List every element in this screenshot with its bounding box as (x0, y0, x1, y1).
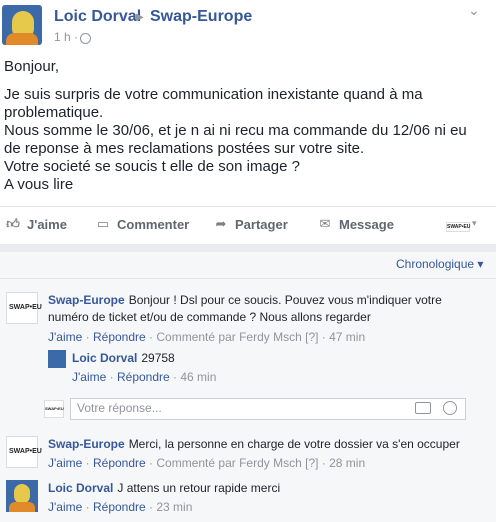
reply-input-box[interactable] (70, 398, 466, 420)
author-avatar[interactable] (2, 5, 42, 45)
comment-time[interactable]: 47 min (329, 330, 365, 344)
post-body: Bonjour, Je suis surpris de votre commun… (4, 58, 484, 194)
dot-separator: · (74, 30, 78, 44)
comment-links: J'aime · Répondre · 23 min (48, 500, 193, 514)
section-divider (0, 244, 496, 252)
like-link[interactable]: J'aime (48, 456, 82, 470)
author-name[interactable]: Loic Dorval (54, 8, 141, 26)
post-header: Loic Dorval ▶ Swap-Europe 1 h · ⌄ (0, 0, 496, 50)
comment-links: J'aime · Répondre · Commenté par Ferdy M… (48, 330, 366, 344)
comment-text: Loic Dorval 29758 (72, 351, 175, 365)
smiley-icon[interactable] (443, 401, 457, 415)
arrow-right-icon: ▶ (136, 12, 144, 23)
comment-time[interactable]: 46 min (180, 370, 216, 384)
commenter-name[interactable]: Swap-Europe (48, 293, 125, 307)
post-line: Je suis surpris de votre communication i… (4, 86, 423, 121)
comment-icon: ▭ (96, 216, 110, 231)
comment-text: Swap-Europe Bonjour ! Dsl pour ce soucis.… (48, 293, 442, 324)
comment-button[interactable]: ▭ Commenter (96, 216, 189, 232)
post-line: A vous lire (4, 176, 74, 193)
commenter-avatar[interactable]: SWAP•EU (6, 436, 42, 468)
reply-link[interactable]: Répondre (93, 500, 146, 514)
post-line: Bonjour, (4, 58, 60, 75)
post-line: Nous somme le 30/06, et je n ai ni recu … (4, 122, 467, 157)
like-link[interactable]: J'aime (72, 370, 106, 384)
commenter-name[interactable]: Swap-Europe (48, 437, 125, 451)
sort-dropdown[interactable]: Chronologique ▾ (396, 257, 483, 271)
comment-links: J'aime · Répondre · Commenté par Ferdy M… (48, 456, 366, 470)
commenter-name[interactable]: Loic Dorval (72, 351, 137, 365)
post-card: Loic Dorval ▶ Swap-Europe 1 h · ⌄ Bonjou… (0, 0, 496, 522)
post-time[interactable]: 1 h (54, 30, 71, 44)
message-icon: ✉ (319, 216, 331, 231)
like-button[interactable]: 👍︎ J'aime (6, 216, 67, 232)
commenter-avatar[interactable] (6, 480, 38, 512)
post-line: Votre societé se soucis t elle de son im… (4, 158, 301, 175)
comments-section: Chronologique ▾ SWAP•EU Swap-Europe Bonjo… (0, 252, 496, 522)
group-name[interactable]: Swap-Europe (150, 8, 252, 26)
thumbs-up-icon: 👍︎ (6, 216, 20, 231)
message-button[interactable]: ✉ Message (318, 216, 394, 232)
commenter-avatar[interactable] (48, 350, 66, 368)
globe-icon (80, 33, 91, 44)
reply-link[interactable]: Répondre (93, 456, 146, 470)
camera-icon[interactable] (415, 402, 431, 414)
divider (0, 278, 496, 279)
chevron-down-icon[interactable]: ⌄ (468, 2, 480, 19)
like-link[interactable]: J'aime (48, 500, 82, 514)
reply-link[interactable]: Répondre (93, 330, 146, 344)
reply-avatar: SWAP•EU (44, 400, 64, 418)
commenter-name[interactable]: Loic Dorval (48, 481, 113, 495)
reply-input[interactable] (71, 399, 403, 417)
comment-links: J'aime · Répondre · 46 min (72, 370, 217, 384)
share-icon: ➦ (215, 216, 227, 231)
comment-time[interactable]: 28 min (329, 456, 365, 470)
page-switcher-logo[interactable]: SWAP•EU (446, 222, 470, 232)
reply-link[interactable]: Répondre (117, 370, 170, 384)
commenter-avatar[interactable]: SWAP•EU (6, 292, 42, 324)
post-actions: 👍︎ J'aime ▭ Commenter ➦ Partager ✉ Messa… (0, 206, 496, 243)
comment-time[interactable]: 23 min (156, 500, 192, 514)
comment-text: Swap-Europe Merci, la personne en charge … (48, 437, 460, 451)
like-link[interactable]: J'aime (48, 330, 82, 344)
caret-down-icon[interactable]: ▾ (472, 218, 477, 229)
share-button[interactable]: ➦ Partager (214, 216, 288, 232)
comment-text: Loic Dorval J attens un retour rapide mer… (48, 481, 281, 495)
